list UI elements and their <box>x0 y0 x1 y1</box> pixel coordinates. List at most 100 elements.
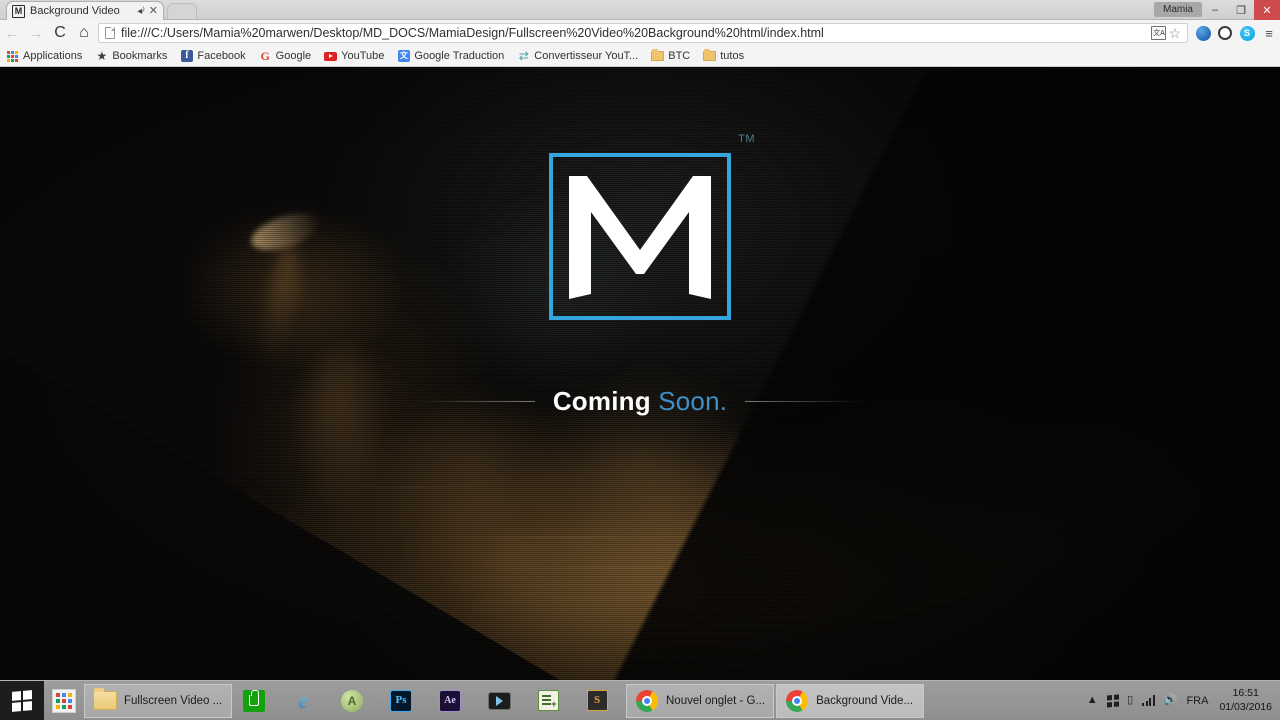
apps-grid-button[interactable] <box>44 681 84 720</box>
divider-right <box>745 401 864 402</box>
bookmark-star-icon[interactable]: ☆ <box>1168 26 1181 40</box>
tagline-secondary: Soon. <box>658 386 728 416</box>
android-studio-icon: A <box>340 689 364 713</box>
bookmark-youtube[interactable]: YouTube <box>324 50 384 63</box>
trademark-label: TM <box>738 133 755 145</box>
maximize-button[interactable]: ❐ <box>1228 0 1254 20</box>
page-info-icon[interactable] <box>105 27 115 39</box>
youtube-icon <box>324 50 338 63</box>
tab-favicon: M <box>12 4 25 18</box>
bookmark-label: Google <box>275 50 312 62</box>
browser-tab[interactable]: M Background Video ◂⁾ ✕ <box>6 1 164 20</box>
folder-icon <box>651 49 665 63</box>
taskbar-pinned-sublime-text[interactable]: S <box>577 684 624 718</box>
taskbar-pinned-after-effects[interactable]: Ae <box>430 684 477 718</box>
folder-icon <box>703 49 717 63</box>
folder-icon <box>93 688 117 713</box>
bookmark-label: Bookmarks <box>112 50 168 62</box>
windows-store-icon <box>242 689 266 713</box>
divider-left <box>416 401 535 402</box>
bookmark-label: tutos <box>720 50 745 62</box>
apps-grid-icon <box>52 688 76 713</box>
taskbar-pinned-android-studio[interactable]: A <box>332 684 379 718</box>
taskbar-pinned-notepad-editor[interactable]: + <box>528 684 575 718</box>
bookmark-google[interactable]: G Google <box>259 49 312 63</box>
clock[interactable]: 16:51 01/03/2016 <box>1217 687 1272 713</box>
action-center-icon[interactable] <box>1106 694 1119 707</box>
bookmark-label: BTC <box>668 50 691 62</box>
logo-letter-m-icon <box>569 175 711 299</box>
bookmark-facebook[interactable]: f Facebook <box>180 50 246 63</box>
taskbar-window-nouvel-onglet[interactable]: Nouvel onglet - G... <box>626 683 775 718</box>
taskbar-item-label: Fullscreen Video ... <box>124 694 223 707</box>
bookmark-label: Convertisseur YouT... <box>534 50 639 62</box>
facebook-icon: f <box>180 50 193 63</box>
volume-icon[interactable]: 🔊 <box>1164 695 1178 706</box>
signal-bars-icon[interactable] <box>1142 695 1155 706</box>
taskbar-pinned-internet-explorer[interactable]: e <box>283 684 330 718</box>
browser-window: M Background Video ◂⁾ ✕ Mamia – ❐ ✕ ← → … <box>0 0 1280 720</box>
google-translate-icon: 文 <box>397 50 410 62</box>
sublime-text-icon: S <box>585 689 609 713</box>
bookmark-applications[interactable]: Applications <box>6 50 82 63</box>
windows-logo-icon <box>12 689 32 712</box>
video-player-icon <box>487 689 511 713</box>
bookmark-label: Facebook <box>197 50 246 62</box>
taskbar-pinned-photoshop[interactable]: Ps <box>381 684 428 718</box>
bookmark-convertisseur-youtube[interactable]: ⇄ Convertisseur YouT... <box>517 50 638 63</box>
tray-overflow-icon[interactable]: ▲ <box>1087 695 1098 706</box>
bookmark-label: Applications <box>23 50 83 62</box>
tab-audio-playing-icon[interactable]: ◂⁾ <box>137 6 144 17</box>
tab-title: Background Video <box>30 5 120 17</box>
taskbar-item-label: Background Vide... <box>816 694 914 707</box>
taskbar-pinned-windows-store[interactable] <box>234 684 281 718</box>
taskbar-window-background-video[interactable]: Background Vide... <box>776 683 925 718</box>
clock-time: 16:51 <box>1232 687 1259 700</box>
logo-box <box>549 153 731 320</box>
tab-close-icon[interactable]: ✕ <box>149 5 158 17</box>
google-icon: G <box>260 49 270 63</box>
user-profile-button[interactable]: Mamia <box>1153 2 1202 17</box>
tagline-primary: Coming <box>552 386 651 416</box>
bookmark-label: YouTube <box>341 50 385 62</box>
tagline: Coming Soon. <box>416 386 864 417</box>
photoshop-icon: Ps <box>389 689 413 713</box>
opera-extension-icon[interactable] <box>1214 21 1236 45</box>
bookmark-google-traduction[interactable]: 文 Google Traduction <box>397 50 504 63</box>
device-icon[interactable]: ▯ <box>1127 695 1133 706</box>
home-icon[interactable]: ⌂ <box>72 21 96 45</box>
system-tray: ▲ ▯ 🔊 FRA 16:51 01/03/2016 <box>1087 687 1280 713</box>
bookmark-tutos[interactable]: tutos <box>703 49 745 63</box>
language-indicator[interactable]: FRA <box>1186 695 1208 707</box>
taskbar-item-label: Nouvel onglet - G... <box>666 694 766 707</box>
star-icon: ★ <box>96 49 108 63</box>
internet-explorer-icon: e <box>298 687 308 713</box>
bookmark-bookmarks[interactable]: ★ Bookmarks <box>95 50 167 63</box>
forward-icon[interactable]: → <box>24 21 48 45</box>
address-bar[interactable]: file:///C:/Users/Mamia%20marwen/Desktop/… <box>98 23 1188 43</box>
start-button[interactable] <box>0 680 44 720</box>
title-bar: M Background Video ◂⁾ ✕ Mamia – ❐ ✕ <box>0 0 1280 20</box>
browser-toolbar: ← → C ⌂ file:///C:/Users/Mamia%20marwen/… <box>0 20 1280 46</box>
converter-icon: ⇄ <box>518 49 529 63</box>
bookmark-btc[interactable]: BTC <box>651 49 691 63</box>
blue-globe-extension-icon[interactable] <box>1192 21 1214 45</box>
after-effects-icon: Ae <box>438 689 462 713</box>
skype-extension-icon[interactable]: S <box>1236 21 1258 45</box>
logo: TM <box>549 133 755 320</box>
clock-date: 01/03/2016 <box>1219 700 1272 713</box>
translate-icon[interactable]: 文A <box>1151 26 1167 40</box>
back-icon[interactable]: ← <box>0 21 24 45</box>
taskbar-window-fullscreen-video[interactable]: Fullscreen Video ... <box>84 683 232 718</box>
hero-section: TM Coming Soon. <box>0 67 1280 680</box>
taskbar-pinned-video-player[interactable] <box>479 684 526 718</box>
apps-grid-icon <box>6 50 19 63</box>
chrome-icon <box>785 689 809 713</box>
page-viewport: TM Coming Soon. <box>0 67 1280 680</box>
reload-icon[interactable]: C <box>48 21 72 45</box>
chrome-menu-icon[interactable]: ≡ <box>1258 21 1280 45</box>
minimize-button[interactable]: – <box>1202 0 1228 20</box>
new-tab-button[interactable] <box>167 3 197 19</box>
close-window-button[interactable]: ✕ <box>1254 0 1280 20</box>
chrome-icon <box>635 689 659 713</box>
